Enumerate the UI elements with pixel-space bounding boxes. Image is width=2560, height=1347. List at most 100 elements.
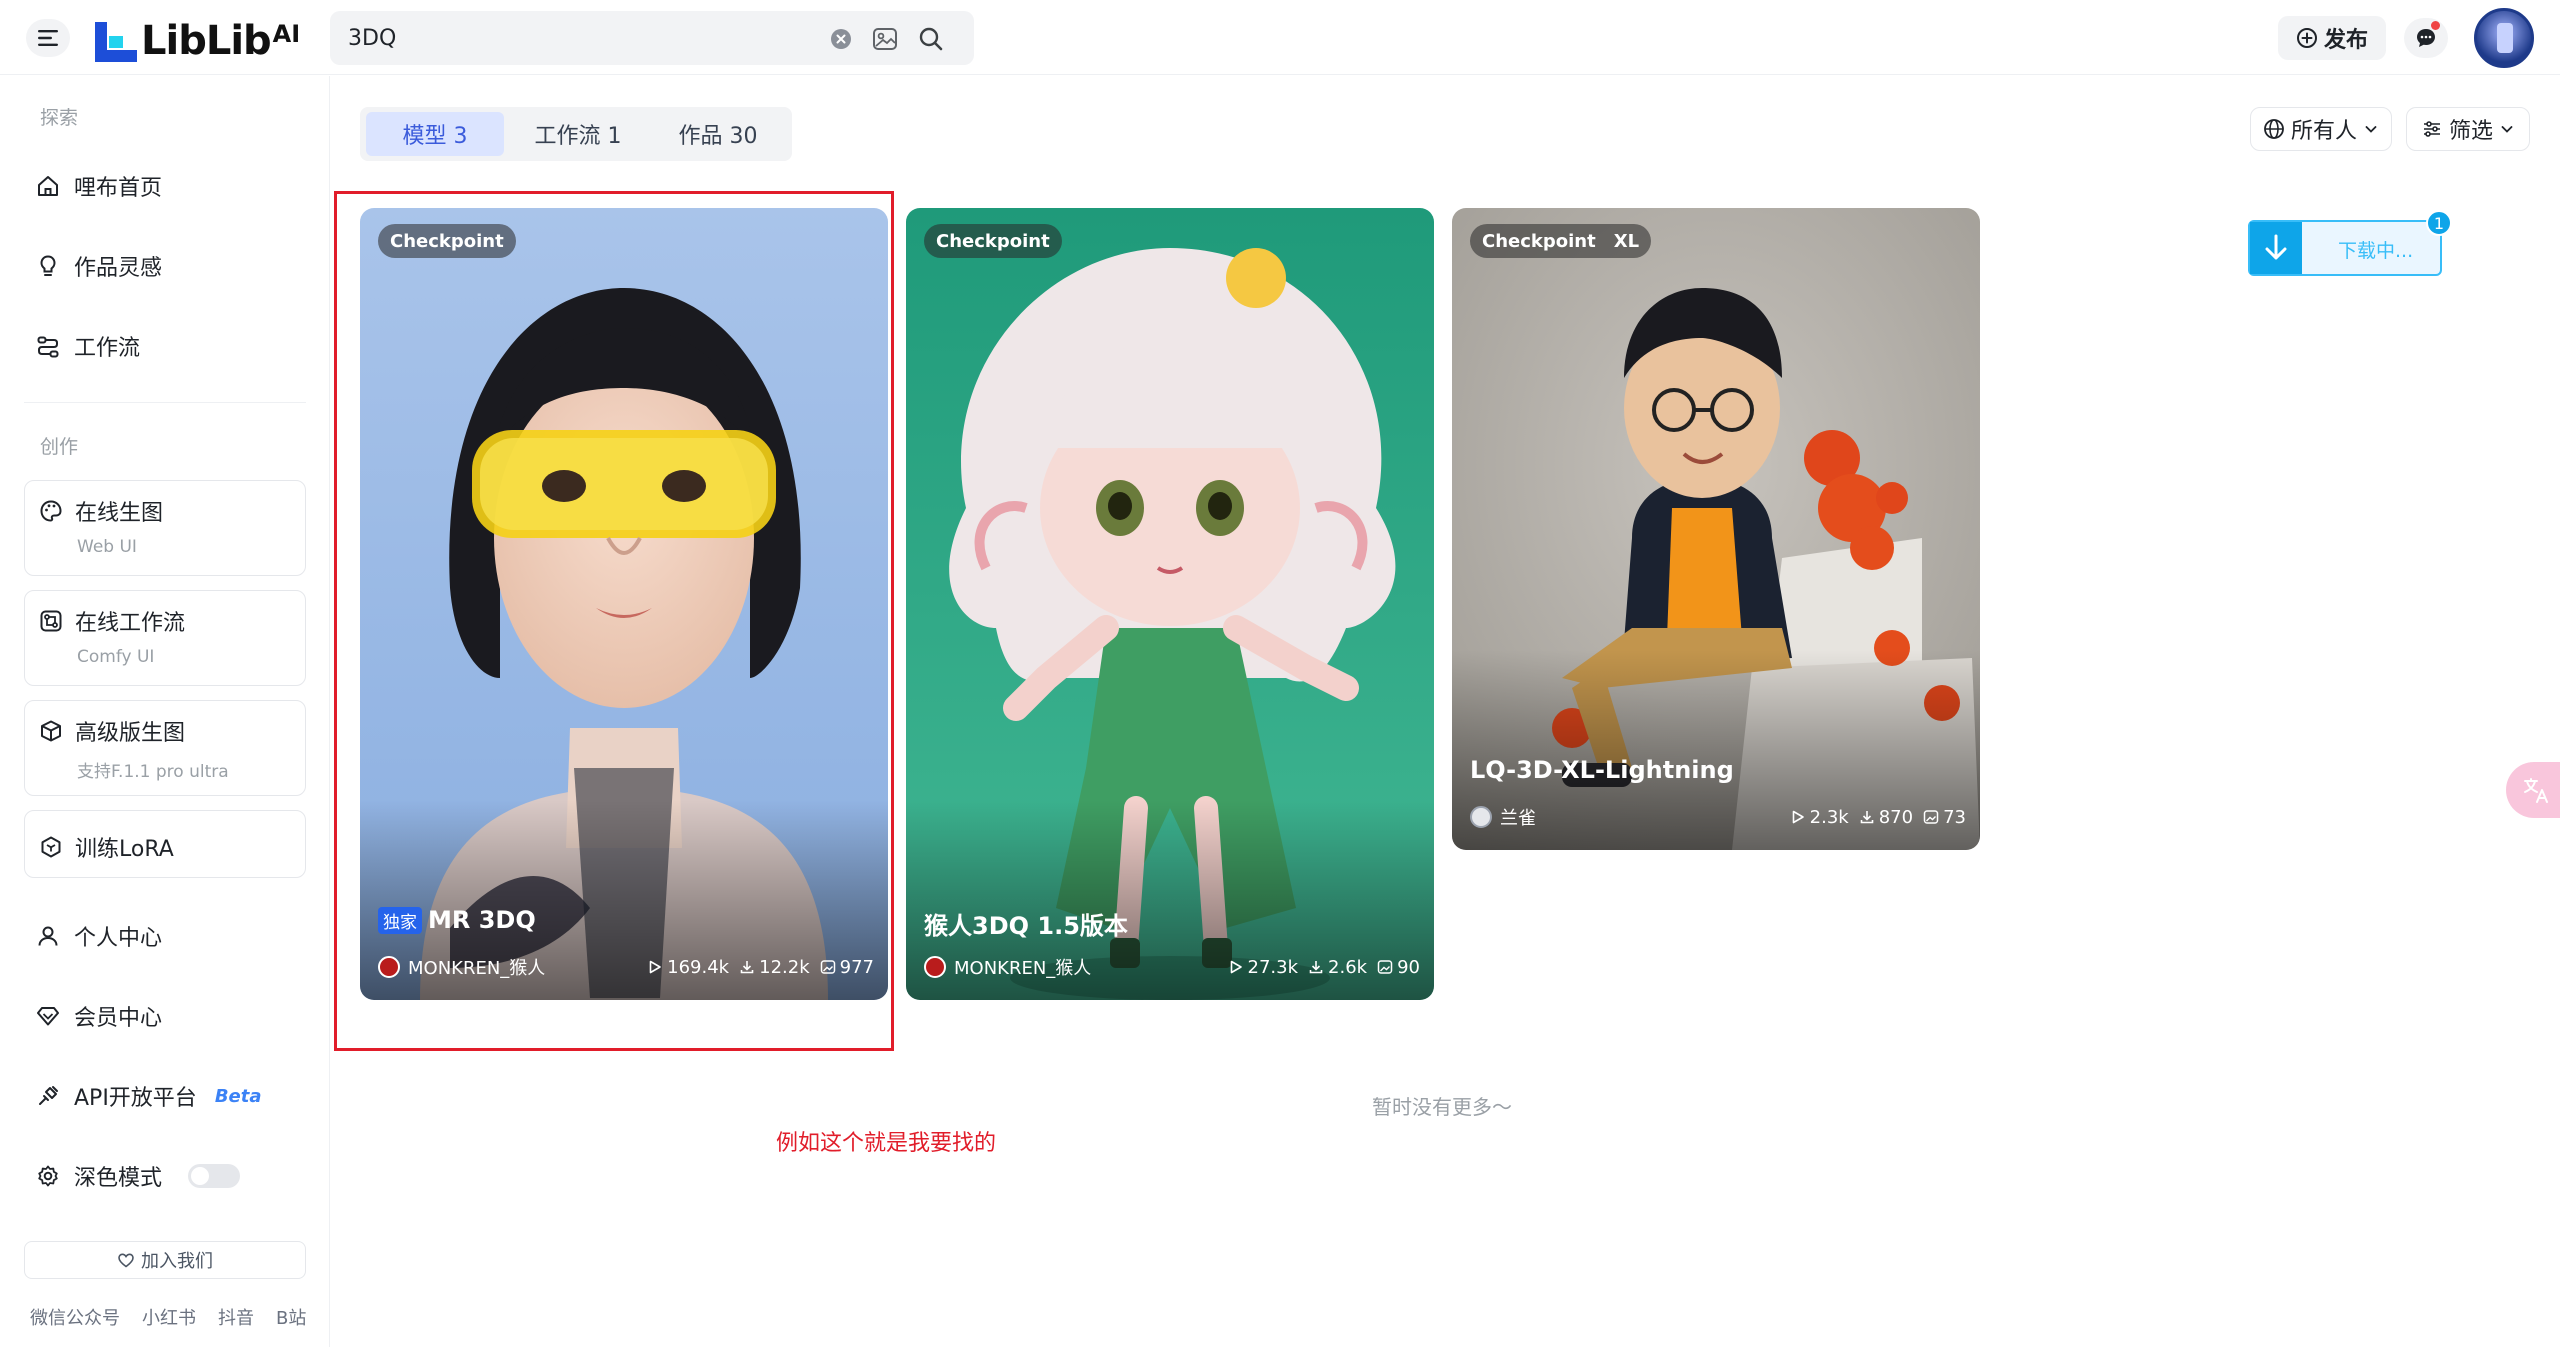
join-us-label: 加入我们	[141, 1251, 213, 1272]
image-icon	[1923, 810, 1939, 824]
model-card-lq-3d-xl[interactable]: Checkpoint XL LQ-3D-XL-Lightning 兰雀 2.3k…	[1452, 208, 1980, 850]
sidebar-item-dark-mode: 深色模式	[36, 1154, 241, 1198]
model-type-label: Checkpoint	[936, 230, 1050, 252]
model-type-badge: Checkpoint	[924, 224, 1062, 258]
model-card-footer: MONKREN_猴人 27.3k 2.6k 90	[924, 954, 1420, 980]
user-avatar[interactable]	[2474, 8, 2534, 68]
diamond-icon	[37, 1007, 59, 1026]
beta-badge: Beta	[214, 1085, 262, 1107]
download-count-value: 870	[1878, 806, 1914, 828]
model-title: LQ-3D-XL-Lightning	[1470, 756, 1734, 784]
translate-float-button[interactable]	[2506, 762, 2560, 818]
download-arrow-icon	[2250, 222, 2302, 274]
user-icon	[38, 926, 58, 946]
owner-filter-label: 所有人	[2290, 119, 2357, 144]
model-base-label: XL	[1613, 230, 1640, 252]
play-icon	[1230, 960, 1242, 974]
model-author[interactable]: 兰雀	[1470, 804, 1536, 830]
filter-dropdown[interactable]: 筛选	[2406, 107, 2530, 151]
footer-link-xiaohongshu[interactable]: 小红书	[142, 1304, 196, 1330]
sidebar-item-label: 训练LoRA	[75, 837, 174, 862]
sidebar-item-label: 作品灵感	[74, 256, 163, 281]
sidebar-item-online-generate[interactable]: 在线生图 Web UI	[24, 480, 306, 576]
menu-toggle-button[interactable]	[26, 19, 70, 57]
sliders-icon	[2423, 121, 2440, 137]
messages-button[interactable]	[2404, 18, 2448, 58]
search-input[interactable]	[348, 11, 828, 65]
image-count: 73	[1923, 807, 1966, 828]
image-count-value: 73	[1943, 806, 1966, 828]
tab-works[interactable]: 作品 30	[650, 112, 786, 156]
run-count: 2.3k	[1790, 807, 1849, 828]
sidebar-item-online-workflow[interactable]: 在线工作流 Comfy UI	[24, 590, 306, 686]
sidebar-item-label: API开放平台	[74, 1086, 197, 1111]
logo-sup: AI	[272, 20, 301, 48]
top-bar: LibLib AI 3DQ 发布	[0, 0, 2560, 75]
download-status-label: 下载中...	[2338, 240, 2414, 262]
highlight-annotation-box	[334, 191, 894, 1051]
annotation-text: 例如这个就是我要找的	[776, 1131, 997, 1156]
footer-link-bilibili[interactable]: B站	[276, 1304, 306, 1330]
image-icon	[1377, 960, 1393, 974]
tab-workflows[interactable]: 工作流 1	[508, 112, 648, 156]
footer-link-douyin[interactable]: 抖音	[218, 1304, 254, 1330]
tab-models[interactable]: 模型 3	[366, 112, 504, 156]
sidebar-item-api-platform[interactable]: API开放平台 Beta	[36, 1074, 262, 1118]
sidebar-footer-links: 微信公众号 小红书 抖音 B站	[30, 1304, 306, 1330]
footer-link-wechat[interactable]: 微信公众号	[30, 1304, 120, 1330]
translate-icon	[2524, 778, 2548, 803]
sidebar-item-workflow[interactable]: 工作流	[36, 324, 140, 368]
gear-icon	[38, 1165, 58, 1187]
model-title-text: 猴人3DQ 1.5版本	[924, 912, 1128, 940]
sidebar-item-inspiration[interactable]: 作品灵感	[36, 244, 162, 288]
chevron-down-icon	[2501, 126, 2513, 133]
sidebar-item-member-center[interactable]: 会员中心	[36, 994, 162, 1038]
publish-label: 发布	[2323, 28, 2368, 53]
sidebar-item-home[interactable]: 哩布首页	[36, 164, 162, 208]
lightbulb-icon	[40, 255, 56, 276]
search-bar	[330, 11, 974, 65]
model-title: 猴人3DQ 1.5版本	[924, 906, 1128, 941]
image-search-button[interactable]	[872, 26, 898, 52]
model-card-monkren-3dq[interactable]: Checkpoint 猴人3DQ 1.5版本 MONKREN_猴人 27.3k …	[906, 208, 1434, 1000]
plug-icon	[39, 1086, 58, 1105]
heart-hand-icon	[118, 1253, 134, 1268]
sidebar-item-personal-center[interactable]: 个人中心	[36, 914, 162, 958]
section-title-create: 创作	[40, 436, 79, 458]
author-name: 兰雀	[1500, 808, 1536, 829]
sidebar-item-sublabel: Comfy UI	[77, 647, 155, 667]
search-icon	[919, 27, 943, 51]
section-title-explore: 探索	[40, 107, 79, 129]
model-title-text: LQ-3D-XL-Lightning	[1470, 756, 1734, 784]
sidebar-item-label: 在线工作流	[75, 611, 186, 636]
download-progress-chip[interactable]: 下载中... 1	[2248, 210, 2452, 276]
result-tabs: 模型 3 工作流 1 作品 30	[360, 107, 792, 161]
model-card-footer: 兰雀 2.3k 870 73	[1470, 804, 1966, 830]
sidebar-item-label: 深色模式	[74, 1166, 163, 1191]
owner-filter-dropdown[interactable]: 所有人	[2250, 107, 2392, 151]
liblib-logo[interactable]: LibLib AI	[95, 14, 300, 62]
chat-bubble-icon	[2417, 29, 2435, 47]
join-us-button[interactable]: 加入我们	[24, 1241, 306, 1279]
run-count-value: 2.3k	[1809, 806, 1849, 828]
sidebar-item-label: 工作流	[74, 336, 141, 361]
hamburger-icon	[38, 30, 58, 46]
model-type-badge: Checkpoint XL	[1470, 224, 1652, 258]
chevron-down-icon	[2365, 126, 2377, 133]
download-icon	[1860, 811, 1874, 824]
download-count-value: 2.6k	[1328, 956, 1368, 978]
model-author[interactable]: MONKREN_猴人	[924, 954, 1091, 980]
search-button[interactable]	[918, 26, 944, 52]
clear-search-button[interactable]	[828, 26, 854, 52]
publish-button[interactable]: 发布	[2278, 16, 2386, 60]
author-avatar	[1470, 806, 1492, 828]
run-count: 27.3k	[1228, 957, 1298, 978]
sidebar-item-train-lora[interactable]: 训练LoRA	[24, 810, 306, 878]
sidebar-item-label: 哩布首页	[74, 176, 163, 201]
image-search-icon	[873, 28, 897, 50]
sidebar-item-label: 个人中心	[74, 926, 163, 951]
sidebar-item-advanced-generate[interactable]: 高级版生图 支持F.1.1 pro ultra	[24, 700, 306, 796]
sidebar: 探索 哩布首页 作品灵感 工作流 创作 在线生图 Web UI 在线工作流 Co…	[0, 76, 330, 1347]
dark-mode-toggle[interactable]	[188, 1164, 241, 1188]
sidebar-item-label: 会员中心	[74, 1006, 163, 1031]
